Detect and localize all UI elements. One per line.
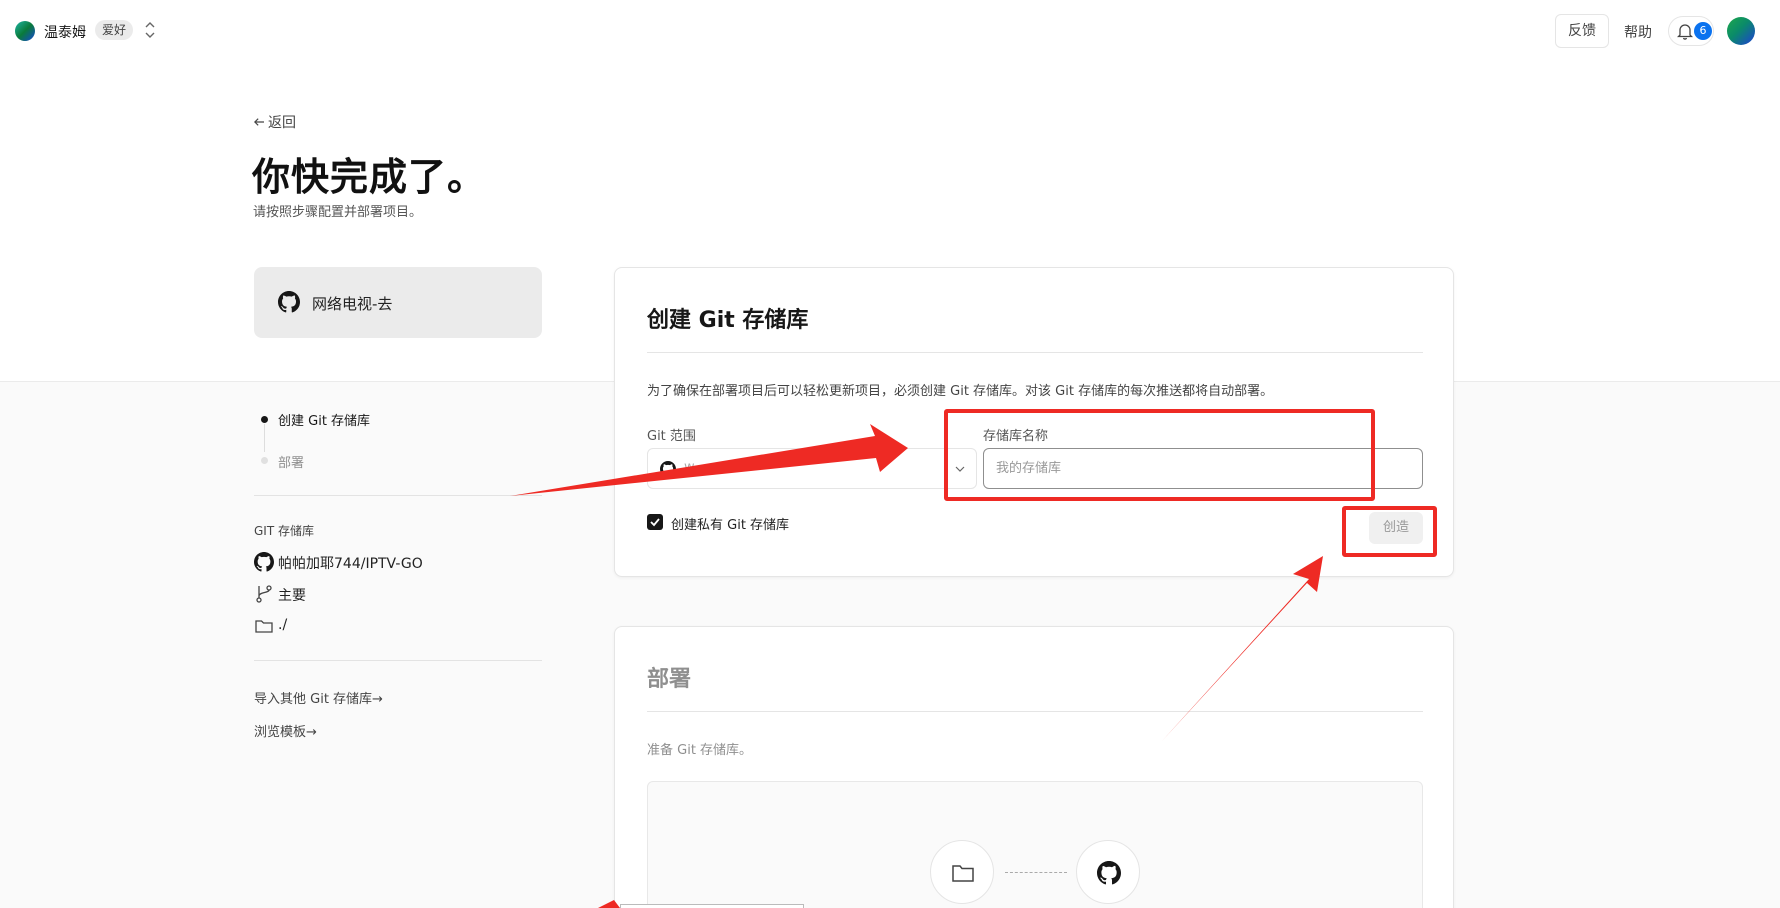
git-branch-icon [256,585,272,603]
step-dot-active [261,416,268,423]
sidebar-divider [254,495,542,496]
folder-icon [255,620,273,633]
source-repo-card: 网络电视-去 [254,267,542,338]
deploy-title: 部署 [647,667,692,692]
annotation-box-repo-name [944,409,1375,501]
annotation-box-create-button [1342,506,1437,557]
github-icon [254,552,274,572]
github-circle [1076,840,1140,904]
back-label: 返回 [268,115,296,131]
private-repo-label[interactable]: 创建私有 Git 存储库 [671,514,789,533]
back-link[interactable]: 返回 [253,112,296,132]
browse-templates-link[interactable]: 浏览模板→ [254,721,317,740]
notifications-button[interactable]: 6 [1668,16,1714,46]
git-repo-section-label: GIT 存储库 [254,524,314,538]
root-directory: ./ [278,617,288,633]
step-dot-inactive [261,457,268,464]
git-branch-name: 主要 [278,588,306,604]
create-repo-title: 创建 Git 存储库 [647,308,809,333]
arrow-left-icon [254,118,264,126]
git-scope-select[interactable]: w... [647,448,977,489]
git-scope-label: Git 范围 [647,429,696,444]
deploy-card: 部署 准备 Git 存储库。 [614,626,1454,908]
feedback-button[interactable]: 反馈 [1555,14,1609,48]
top-nav: 温泰姆 爱好 反馈 帮助 6 [0,0,1780,62]
card-divider [647,352,1423,353]
folder-icon [952,865,974,882]
page-title: 你快完成了。 [252,155,487,199]
bell-icon [1677,24,1693,40]
help-link[interactable]: 帮助 [1624,22,1652,42]
github-icon [278,291,300,313]
folder-circle [930,840,994,904]
git-repo-name: 帕帕加耶744/IPTV-GO [278,556,423,572]
git-scope-value: w... [684,460,706,475]
private-repo-checkbox[interactable] [647,514,663,530]
plan-badge: 爱好 [95,20,134,40]
team-name[interactable]: 温泰姆 [44,22,86,42]
page-subtitle: 请按照步骤配置并部署项目。 [253,205,423,220]
check-icon [650,518,660,527]
notification-count: 6 [1694,22,1712,40]
github-icon [1097,861,1121,885]
bottom-stub [620,904,804,908]
github-icon [660,461,676,477]
create-repo-description: 为了确保在部署项目后可以轻松更新项目，必须创建 Git 存储库。对该 Git 存… [647,384,1274,399]
step-deploy: 部署 [278,456,305,471]
chevron-up-down-icon[interactable] [143,19,157,41]
connector-dash [1005,872,1067,873]
step-connector [264,424,265,452]
user-avatar[interactable] [1727,17,1755,45]
deploy-description: 准备 Git 存储库。 [647,743,753,758]
import-other-repo-link[interactable]: 导入其他 Git 存储库→ [254,688,383,707]
deploy-preview-area [647,781,1423,908]
card-divider [647,711,1423,712]
team-avatar[interactable] [15,21,35,41]
step-create-repo: 创建 Git 存储库 [278,414,371,429]
sidebar-divider-2 [254,660,542,661]
source-repo-name: 网络电视-去 [312,295,393,313]
